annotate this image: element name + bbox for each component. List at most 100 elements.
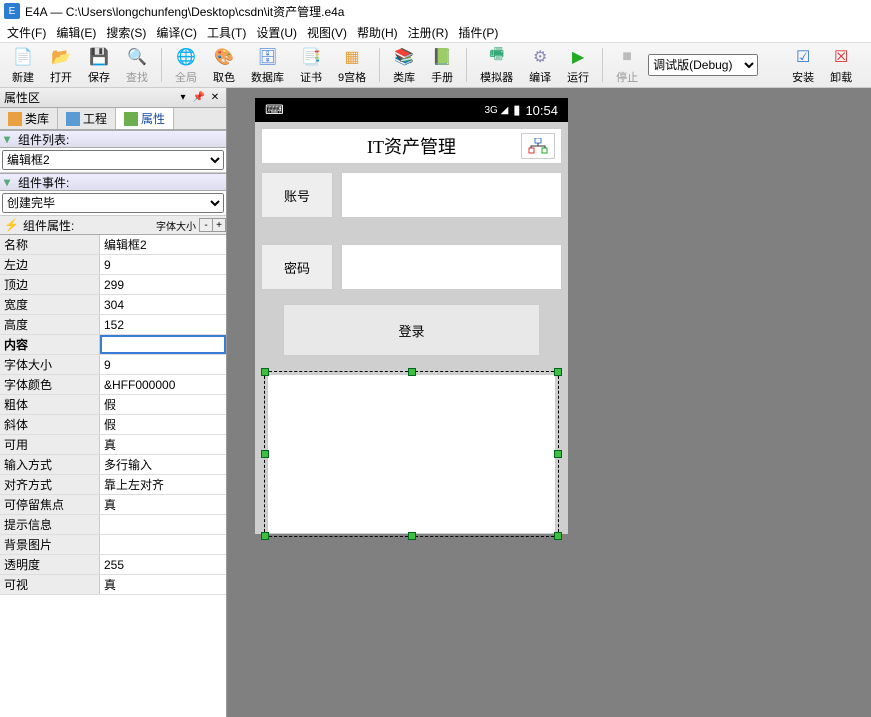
tab-类库[interactable]: 类库 [0, 108, 58, 129]
resize-handle-w[interactable] [261, 450, 269, 458]
app-icon: E [4, 3, 20, 19]
resize-handle-sw[interactable] [261, 532, 269, 540]
editbox2-selected[interactable] [267, 374, 556, 534]
menu-帮助[interactable]: 帮助(H) [352, 23, 403, 42]
phone-time: 10:54 [525, 103, 558, 118]
prop-row-背景图片[interactable]: 背景图片 [0, 535, 226, 555]
prop-row-高度[interactable]: 高度152 [0, 315, 226, 335]
toolbar-9宫格[interactable]: ▦9宫格 [332, 44, 372, 87]
resize-handle-nw[interactable] [261, 368, 269, 376]
打开-icon: 📂 [50, 46, 72, 68]
prop-row-斜体[interactable]: 斜体假 [0, 415, 226, 435]
menu-视图[interactable]: 视图(V) [302, 23, 352, 42]
toolbar-运行[interactable]: ▶运行 [561, 44, 595, 87]
编译-icon: ⚙ [529, 46, 551, 68]
模拟器-icon: 🖷 [486, 46, 508, 68]
menu-编辑[interactable]: 编辑(E) [51, 23, 101, 42]
menu-文件[interactable]: 文件(F) [2, 23, 51, 42]
prop-plus-button[interactable]: + [212, 218, 226, 232]
toolbar-类库[interactable]: 📚类库 [387, 44, 421, 87]
prop-row-粗体[interactable]: 粗体假 [0, 395, 226, 415]
app-title: IT资产管理 [367, 133, 456, 159]
toolbar-模拟器[interactable]: 🖷模拟器 [474, 44, 519, 87]
toolbar-查找: 🔍查找 [120, 44, 154, 87]
运行-icon: ▶ [567, 46, 589, 68]
证书-icon: 📑 [300, 46, 322, 68]
toolbar: 📄新建📂打开💾保存🔍查找🌐全局🎨取色🗄数据库📑证书▦9宫格📚类库📗手册🖷模拟器⚙… [0, 42, 871, 88]
battery-icon: ▮ [513, 102, 520, 118]
prop-row-名称[interactable]: 名称编辑框2 [0, 235, 226, 255]
toolbar-打开[interactable]: 📂打开 [44, 44, 78, 87]
tab-icon [8, 112, 22, 126]
toolbar-手册[interactable]: 📗手册 [425, 44, 459, 87]
prop-row-字体大小[interactable]: 字体大小9 [0, 355, 226, 375]
手册-icon: 📗 [431, 46, 453, 68]
resize-handle-ne[interactable] [554, 368, 562, 376]
toolbar-编译[interactable]: ⚙编译 [523, 44, 557, 87]
新建-icon: 📄 [12, 46, 34, 68]
prop-row-透明度[interactable]: 透明度255 [0, 555, 226, 575]
build-mode-select[interactable]: 调试版(Debug) [648, 54, 758, 76]
resize-handle-e[interactable] [554, 450, 562, 458]
prop-row-字体颜色[interactable]: 字体颜色&HFF000000 [0, 375, 226, 395]
prop-row-宽度[interactable]: 宽度304 [0, 295, 226, 315]
menu-插件[interactable]: 插件(P) [453, 23, 503, 42]
prop-row-顶边[interactable]: 顶边299 [0, 275, 226, 295]
prop-row-左边[interactable]: 左边9 [0, 255, 226, 275]
取色-icon: 🎨 [213, 46, 235, 68]
menu-编译[interactable]: 编译(C) [151, 23, 202, 42]
保存-icon: 💾 [88, 46, 110, 68]
toolbar-安装[interactable]: ☑安装 [786, 44, 820, 87]
panel-dropdown-icon[interactable]: ▾ [176, 91, 190, 105]
resize-handle-s[interactable] [408, 532, 416, 540]
resize-handle-se[interactable] [554, 532, 562, 540]
resize-handle-n[interactable] [408, 368, 416, 376]
toolbar-数据库[interactable]: 🗄数据库 [245, 44, 290, 87]
prop-row-内容[interactable]: 内容 [0, 335, 226, 355]
prop-row-可视[interactable]: 可视真 [0, 575, 226, 595]
prop-row-可停留焦点[interactable]: 可停留焦点真 [0, 495, 226, 515]
menu-设置[interactable]: 设置(U) [251, 23, 302, 42]
menu-工具[interactable]: 工具(T) [202, 23, 251, 42]
phone-status-bar: ⌨ 3G ◢ ▮ 10:54 [255, 98, 568, 122]
tab-属性[interactable]: 属性 [116, 108, 174, 129]
prop-row-提示信息[interactable]: 提示信息 [0, 515, 226, 535]
panel-close-icon[interactable]: ✕ [208, 91, 222, 105]
prop-row-输入方式[interactable]: 输入方式多行输入 [0, 455, 226, 475]
toolbar-取色[interactable]: 🎨取色 [207, 44, 241, 87]
toolbar-保存[interactable]: 💾保存 [82, 44, 116, 87]
password-input[interactable] [341, 244, 562, 290]
menu-注册[interactable]: 注册(R) [403, 23, 454, 42]
prop-row-可用[interactable]: 可用真 [0, 435, 226, 455]
类库-icon: 📚 [393, 46, 415, 68]
login-button[interactable]: 登录 [283, 304, 540, 356]
app-topbar: IT资产管理 [261, 128, 562, 164]
component-prop-header: ⚡组件属性: [0, 216, 153, 234]
prop-minus-button[interactable]: - [199, 218, 213, 232]
design-surface[interactable]: ⌨ 3G ◢ ▮ 10:54 IT资产管理 账号 密码 [227, 88, 871, 717]
account-input[interactable] [341, 172, 562, 218]
tab-icon [66, 112, 80, 126]
panel-pin-icon[interactable]: 📌 [192, 91, 206, 105]
tab-工程[interactable]: 工程 [58, 108, 116, 129]
org-chart-icon[interactable] [521, 133, 555, 159]
menu-搜索[interactable]: 搜索(S) [101, 23, 151, 42]
停止-icon: ■ [616, 46, 638, 68]
prop-row-对齐方式[interactable]: 对齐方式靠上左对齐 [0, 475, 226, 495]
tab-icon [124, 112, 138, 126]
toolbar-卸载[interactable]: ☒卸载 [824, 44, 858, 87]
property-grid: 名称编辑框2左边9顶边299宽度304高度152内容字体大小9字体颜色&HFF0… [0, 235, 226, 717]
toolbar-新建[interactable]: 📄新建 [6, 44, 40, 87]
menu-bar: 文件(F)编辑(E)搜索(S)编译(C)工具(T)设置(U)视图(V)帮助(H)… [0, 22, 871, 42]
数据库-icon: 🗄 [257, 46, 279, 68]
panel-title: 属性区 [4, 89, 40, 106]
password-label: 密码 [261, 244, 333, 290]
account-label: 账号 [261, 172, 333, 218]
component-event-header[interactable]: ▾组件事件: [0, 173, 226, 191]
component-list-header[interactable]: ▾组件列表: [0, 130, 226, 148]
prop-sort-label: 字体大小 [152, 218, 200, 232]
component-event-select[interactable]: 创建完毕 [2, 193, 224, 213]
全局-icon: 🌐 [175, 46, 197, 68]
toolbar-证书[interactable]: 📑证书 [294, 44, 328, 87]
component-list-select[interactable]: 编辑框2 [2, 150, 224, 170]
